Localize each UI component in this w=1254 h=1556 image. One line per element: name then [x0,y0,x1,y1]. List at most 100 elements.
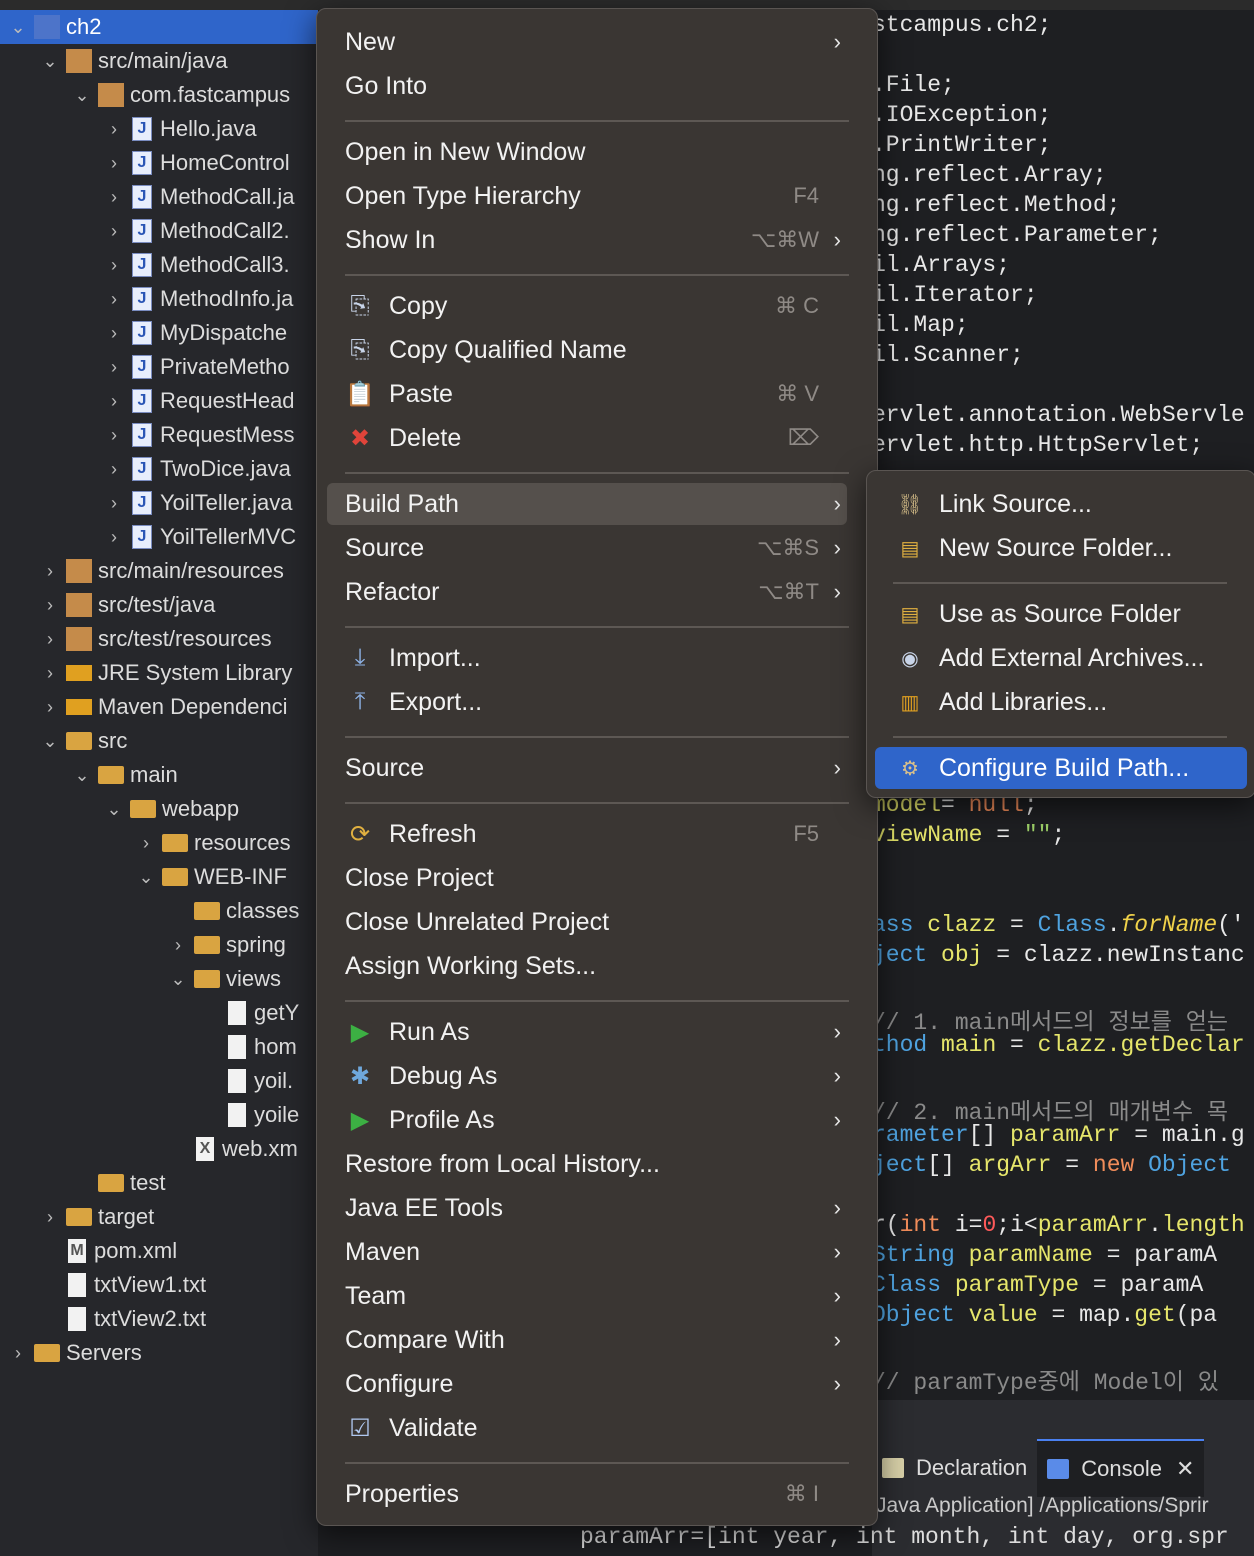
chevron-right-icon[interactable]: › [104,255,124,276]
menu-item-debug-as[interactable]: ✱ Debug As › [327,1055,847,1097]
menu-item-close-project[interactable]: Close Project [327,857,847,899]
tree-item[interactable]: ⌄ views [0,962,318,996]
chevron-down-icon[interactable]: ⌄ [104,799,124,820]
tree-item[interactable]: › Maven Dependenci [0,690,318,724]
chevron-right-icon[interactable]: › [104,221,124,242]
chevron-right-icon[interactable]: › [104,357,124,378]
chevron-right-icon[interactable]: › [104,187,124,208]
chevron-down-icon[interactable]: ⌄ [136,867,156,888]
menu-item-import[interactable]: ⤓ Import... [327,637,847,679]
tree-item[interactable]: Mpom.xml [0,1234,318,1268]
tree-item[interactable]: yoile [0,1098,318,1132]
menu-item-java-ee-tools[interactable]: Java EE Tools › [327,1187,847,1229]
menu-item-team[interactable]: Team › [327,1275,847,1317]
tree-item[interactable]: getY [0,996,318,1030]
menu-item-configure[interactable]: Configure › [327,1363,847,1405]
chevron-right-icon[interactable]: › [40,1207,60,1228]
menu-item-export[interactable]: ⤒ Export... [327,681,847,723]
tree-item[interactable]: test [0,1166,318,1200]
tree-item[interactable]: hom [0,1030,318,1064]
tab-declaration[interactable]: Declaration [872,1440,1037,1496]
tree-item[interactable]: › J MethodCall.ja [0,180,318,214]
tree-item[interactable]: › spring [0,928,318,962]
tree-item[interactable]: ⌄ webapp [0,792,318,826]
menu-item-refresh[interactable]: ⟳ Refresh F5 [327,813,847,855]
menu-item-open-in-new-window[interactable]: Open in New Window [327,131,847,173]
menu-item-properties[interactable]: Properties ⌘ I [327,1473,847,1515]
chevron-down-icon[interactable]: ⌄ [8,17,28,38]
chevron-down-icon[interactable]: ⌄ [168,969,188,990]
tree-item[interactable]: txtView1.txt [0,1268,318,1302]
chevron-right-icon[interactable]: › [40,629,60,650]
tree-item[interactable]: › J YoilTellerMVC [0,520,318,554]
chevron-right-icon[interactable]: › [40,663,60,684]
menu-item-assign-working-sets[interactable]: Assign Working Sets... [327,945,847,987]
chevron-right-icon[interactable]: › [104,391,124,412]
close-icon[interactable]: ✕ [1176,1456,1194,1482]
tree-item[interactable]: ⌄ main [0,758,318,792]
chevron-right-icon[interactable]: › [40,595,60,616]
menu-item-build-path[interactable]: Build Path › [327,483,847,525]
chevron-right-icon[interactable]: › [40,697,60,718]
chevron-right-icon[interactable]: › [104,425,124,446]
chevron-right-icon[interactable]: › [168,935,188,956]
chevron-down-icon[interactable]: ⌄ [40,731,60,752]
tree-item[interactable]: › J RequestHead [0,384,318,418]
tree-item[interactable]: › J Hello.java [0,112,318,146]
chevron-right-icon[interactable]: › [8,1343,28,1364]
submenu-item-use-as-source-folder[interactable]: ▤ Use as Source Folder [875,593,1247,635]
tree-item[interactable]: › J HomeControl [0,146,318,180]
submenu-item-new-source-folder[interactable]: ▤ New Source Folder... [875,527,1247,569]
submenu-item-configure-build-path[interactable]: ⚙ Configure Build Path... [875,747,1247,789]
menu-item-close-unrelated-project[interactable]: Close Unrelated Project [327,901,847,943]
tree-item[interactable]: › J MethodCall3. [0,248,318,282]
chevron-right-icon[interactable]: › [104,323,124,344]
tree-item[interactable]: › Servers [0,1336,318,1370]
chevron-right-icon[interactable]: › [104,119,124,140]
tree-item[interactable]: › J MyDispatche [0,316,318,350]
chevron-down-icon[interactable]: ⌄ [40,51,60,72]
menu-item-profile-as[interactable]: ▶ Profile As › [327,1099,847,1141]
tree-item[interactable]: txtView2.txt [0,1302,318,1336]
menu-item-new[interactable]: New › [327,21,847,63]
chevron-right-icon[interactable]: › [104,153,124,174]
submenu-item-link-source[interactable]: ⛓ Link Source... [875,483,1247,525]
menu-item-source-2[interactable]: Source › [327,747,847,789]
tree-item[interactable]: › J PrivateMetho [0,350,318,384]
tree-item[interactable]: › resources [0,826,318,860]
tree-item[interactable]: › src/test/resources [0,622,318,656]
submenu-item-add-external-archives[interactable]: ◉ Add External Archives... [875,637,1247,679]
tree-item[interactable]: classes [0,894,318,928]
menu-item-open-type-hierarchy[interactable]: Open Type Hierarchy F4 [327,175,847,217]
tree-item[interactable]: ⌄ ch2 [0,10,318,44]
chevron-down-icon[interactable]: ⌄ [72,765,92,786]
menu-item-copy-qualified-name[interactable]: ⎘ Copy Qualified Name [327,329,847,371]
tree-item[interactable]: ⌄ src [0,724,318,758]
tab-console[interactable]: Console ✕ [1037,1439,1205,1497]
menu-item-run-as[interactable]: ▶ Run As › [327,1011,847,1053]
tree-item[interactable]: › J YoilTeller.java [0,486,318,520]
menu-item-compare-with[interactable]: Compare With › [327,1319,847,1361]
tree-item[interactable]: Xweb.xm [0,1132,318,1166]
menu-item-go-into[interactable]: Go Into [327,65,847,107]
chevron-right-icon[interactable]: › [104,289,124,310]
tree-item[interactable]: › src/main/resources [0,554,318,588]
menu-item-refactor[interactable]: Refactor ⌥⌘T › [327,571,847,613]
chevron-down-icon[interactable]: ⌄ [72,85,92,106]
menu-item-copy[interactable]: ⎘ Copy ⌘ C [327,285,847,327]
menu-item-delete[interactable]: ✖ Delete ⌦ [327,417,847,459]
tree-item[interactable]: › J MethodInfo.ja [0,282,318,316]
chevron-right-icon[interactable]: › [104,459,124,480]
submenu-item-add-libraries[interactable]: ▥ Add Libraries... [875,681,1247,723]
chevron-right-icon[interactable]: › [136,833,156,854]
tree-item[interactable]: › J MethodCall2. [0,214,318,248]
chevron-right-icon[interactable]: › [104,493,124,514]
menu-item-maven[interactable]: Maven › [327,1231,847,1273]
menu-item-paste[interactable]: 📋 Paste ⌘ V [327,373,847,415]
tree-item[interactable]: ⌄ WEB-INF [0,860,318,894]
chevron-right-icon[interactable]: › [40,561,60,582]
tree-item[interactable]: ⌄ src/main/java [0,44,318,78]
tree-item[interactable]: › JRE System Library [0,656,318,690]
tree-item[interactable]: › J RequestMess [0,418,318,452]
menu-item-source[interactable]: Source ⌥⌘S › [327,527,847,569]
